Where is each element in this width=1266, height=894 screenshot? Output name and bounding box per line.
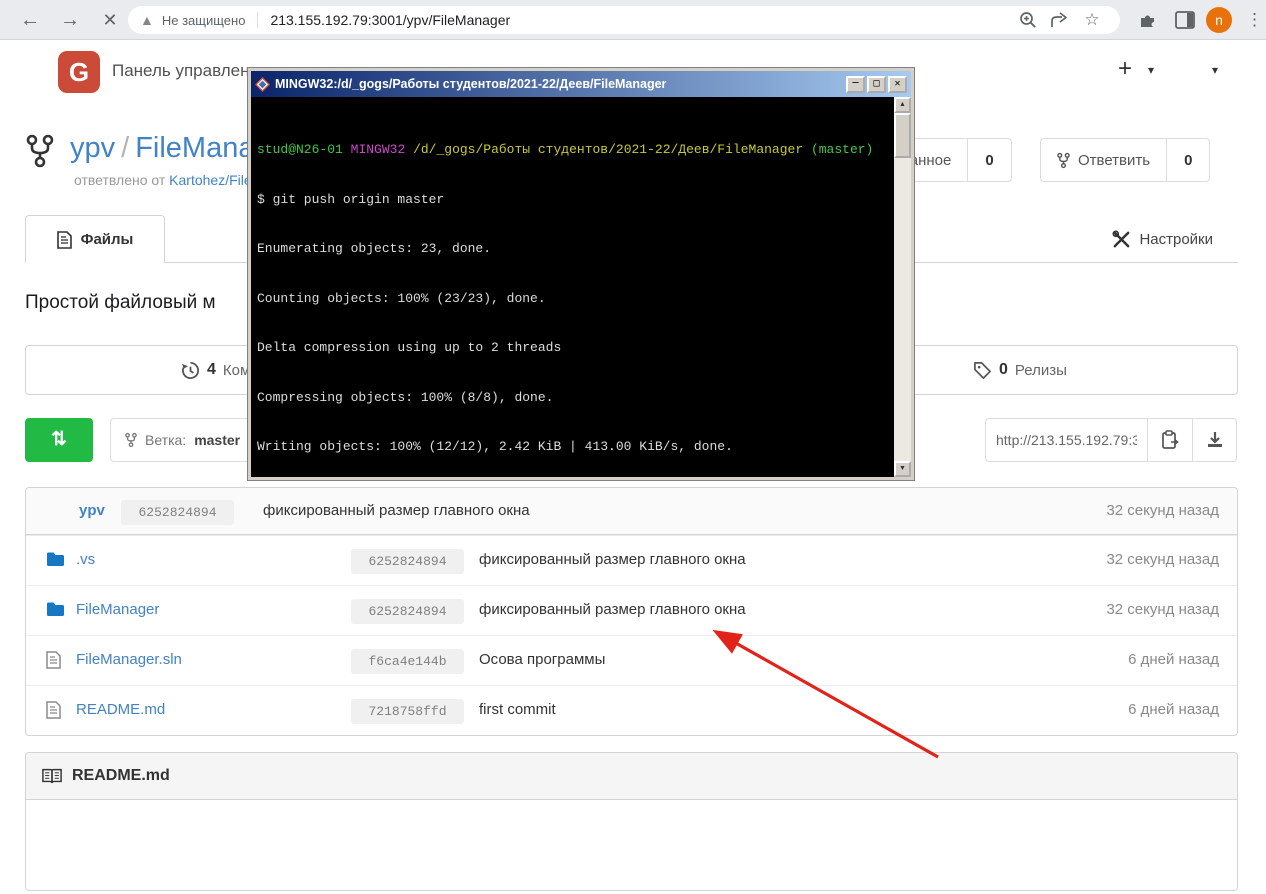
- git-app-icon: [255, 77, 270, 92]
- table-row: .vs 6252824894 фиксированный размер глав…: [26, 535, 1237, 585]
- commit-message[interactable]: first commit: [479, 701, 556, 718]
- terminal-minimize-button[interactable]: ─: [846, 76, 865, 93]
- terminal-prompt-line: stud@N26-01 MINGW32 /d/_gogs/Работы студ…: [257, 142, 892, 159]
- not-secure-warning-icon: ▲: [140, 12, 154, 28]
- file-link[interactable]: FileManager: [76, 601, 159, 618]
- latest-commit-row: ypv 6252824894 фиксированный размер глав…: [26, 488, 1237, 535]
- side-panel-icon[interactable]: [1172, 8, 1198, 32]
- file-icon: [57, 231, 72, 249]
- terminal-line: Writing objects: 100% (12/12), 2.42 KiB …: [257, 439, 892, 456]
- folder-icon: [46, 601, 65, 617]
- stat-releases[interactable]: 0Релизы: [973, 346, 1067, 394]
- clone-url-input[interactable]: [985, 418, 1148, 462]
- scrollbar-thumb[interactable]: [894, 113, 911, 158]
- file-link[interactable]: README.md: [76, 701, 165, 718]
- tag-icon: [973, 361, 992, 380]
- file-table: ypv 6252824894 фиксированный размер глав…: [25, 487, 1238, 736]
- readme-header: README.md: [26, 753, 1237, 800]
- terminal-line: Compressing objects: 100% (8/8), done.: [257, 390, 892, 407]
- book-icon: [42, 768, 62, 784]
- commit-message[interactable]: фиксированный размер главного окна: [479, 551, 746, 568]
- repo-title-separator: /: [115, 132, 135, 164]
- bookmark-star-icon[interactable]: ☆: [1076, 10, 1108, 30]
- scroll-down-icon[interactable]: ▼: [894, 461, 911, 477]
- readme-title: README.md: [72, 767, 170, 785]
- commit-sha-badge[interactable]: f6ca4e144b: [351, 649, 464, 674]
- commit-sha-badge[interactable]: 7218758ffd: [351, 699, 464, 724]
- commit-message[interactable]: фиксированный размер главного окна: [479, 601, 746, 618]
- copy-clone-url-button[interactable]: [1147, 418, 1192, 462]
- terminal-close-button[interactable]: ✕: [888, 76, 907, 93]
- commit-time: 6 дней назад: [1128, 651, 1219, 668]
- history-icon: [181, 361, 200, 380]
- browser-toolbar: ← → ✕ ▲ Не защищено 213.155.192.79:3001/…: [0, 0, 1266, 40]
- tab-files[interactable]: Файлы: [25, 215, 165, 263]
- terminal-window[interactable]: MINGW32:/d/_gogs/Работы студентов/2021-2…: [248, 68, 914, 480]
- latest-commit-time: 32 секунд назад: [1106, 502, 1219, 519]
- terminal-titlebar[interactable]: MINGW32:/d/_gogs/Работы студентов/2021-2…: [251, 71, 911, 97]
- folder-icon: [46, 551, 65, 567]
- table-row: README.md 7218758ffd first commit 6 дней…: [26, 685, 1237, 735]
- terminal-title: MINGW32:/d/_gogs/Работы студентов/2021-2…: [275, 77, 841, 91]
- browser-menu-icon[interactable]: ⋮: [1246, 7, 1263, 33]
- nav-dashboard-link[interactable]: Панель управления: [112, 61, 268, 81]
- latest-commit-message[interactable]: фиксированный размер главного окна: [263, 502, 530, 519]
- user-menu-caret-icon[interactable]: ▾: [1212, 63, 1218, 77]
- clipboard-icon: [1161, 430, 1179, 450]
- terminal-maximize-button[interactable]: □: [867, 76, 886, 93]
- fork-button[interactable]: Ответвить: [1040, 138, 1166, 182]
- terminal-line: $ git push origin master: [257, 192, 892, 209]
- create-new-caret-icon[interactable]: ▾: [1148, 63, 1154, 77]
- star-count[interactable]: 0: [967, 138, 1011, 182]
- security-label: Не защищено: [162, 13, 246, 28]
- create-new-button[interactable]: +: [1118, 55, 1132, 83]
- table-row: FileManager 6252824894 фиксированный раз…: [26, 585, 1237, 635]
- zoom-in-icon[interactable]: [1012, 11, 1044, 29]
- branch-icon: [125, 432, 137, 448]
- browser-profile-avatar[interactable]: n: [1206, 7, 1232, 33]
- repo-owner-link[interactable]: ypv: [70, 132, 115, 164]
- address-bar[interactable]: ▲ Не защищено 213.155.192.79:3001/ypv/Fi…: [128, 6, 1120, 34]
- terminal-line: Enumerating objects: 23, done.: [257, 241, 892, 258]
- file-link[interactable]: FileManager.sln: [76, 651, 182, 668]
- terminal-line: Counting objects: 100% (23/23), done.: [257, 291, 892, 308]
- tools-icon: [1112, 230, 1131, 249]
- table-row: FileManager.sln f6ca4e144b Осова програм…: [26, 635, 1237, 685]
- latest-commit-sha[interactable]: 6252824894: [121, 500, 234, 525]
- terminal-line: Delta compression using up to 2 threads: [257, 340, 892, 357]
- commit-time: 32 секунд назад: [1106, 601, 1219, 618]
- commit-sha-badge[interactable]: 6252824894: [351, 549, 464, 574]
- terminal-output: stud@N26-01 MINGW32 /d/_gogs/Работы студ…: [251, 97, 894, 477]
- compare-pull-button[interactable]: ⇅: [25, 418, 93, 462]
- extensions-puzzle-icon[interactable]: [1134, 8, 1160, 32]
- repo-fork-icon: [26, 134, 54, 168]
- forward-icon[interactable]: →: [56, 6, 84, 34]
- share-icon[interactable]: [1044, 11, 1076, 29]
- commit-sha-badge[interactable]: 6252824894: [351, 599, 464, 624]
- download-archive-button[interactable]: [1192, 418, 1237, 462]
- back-icon[interactable]: ←: [16, 6, 44, 34]
- gogs-logo[interactable]: G: [58, 51, 100, 93]
- fork-button-group: Ответвить 0: [1040, 138, 1210, 182]
- fork-icon: [1057, 152, 1070, 169]
- stop-icon[interactable]: ✕: [96, 6, 124, 34]
- readme-body: [26, 800, 1237, 891]
- address-divider: [257, 12, 258, 28]
- file-link[interactable]: .vs: [76, 551, 95, 568]
- scroll-up-icon[interactable]: ▲: [894, 97, 911, 113]
- latest-commit-author[interactable]: ypv: [79, 502, 105, 519]
- readme-panel: README.md: [25, 752, 1238, 891]
- commit-time: 32 секунд назад: [1106, 551, 1219, 568]
- repo-description: Простой файловый м: [25, 292, 216, 314]
- file-icon: [46, 701, 61, 719]
- page: ← → ✕ ▲ Не защищено 213.155.192.79:3001/…: [0, 0, 1266, 894]
- fork-count[interactable]: 0: [1166, 138, 1210, 182]
- download-icon: [1206, 431, 1224, 449]
- file-icon: [46, 651, 61, 669]
- commit-time: 6 дней назад: [1128, 701, 1219, 718]
- commit-message[interactable]: Осова программы: [479, 651, 605, 668]
- url-text[interactable]: 213.155.192.79:3001/ypv/FileManager: [270, 12, 1012, 28]
- tab-settings[interactable]: Настройки: [1112, 215, 1213, 263]
- terminal-scrollbar[interactable]: ▲ ▼: [894, 97, 911, 477]
